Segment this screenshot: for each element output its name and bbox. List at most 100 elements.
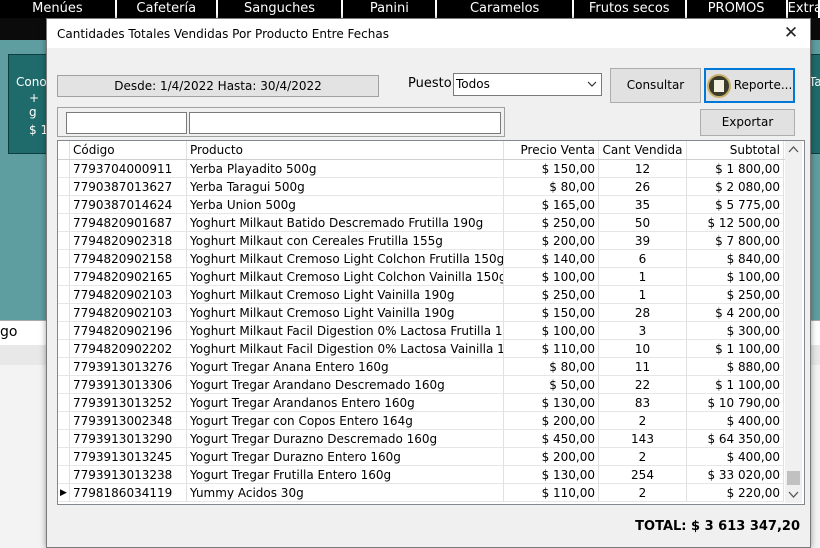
- cell-subtotal[interactable]: $ 400,00: [687, 448, 784, 466]
- cell-precio[interactable]: $ 80,00: [504, 358, 599, 376]
- cell-producto[interactable]: Yogurt Tregar Arandano Descremado 160g: [187, 376, 504, 394]
- cell-cantidad[interactable]: 26: [599, 178, 687, 196]
- cell-subtotal[interactable]: $ 4 200,00: [687, 304, 784, 322]
- cell-cantidad[interactable]: 2: [599, 412, 687, 430]
- cell-cantidad[interactable]: 2: [599, 484, 687, 502]
- row-marker[interactable]: [58, 394, 70, 412]
- table-row[interactable]: 7794820902158 Yoghurt Milkaut Cremoso Lig…: [58, 250, 785, 268]
- column-header-codigo[interactable]: Código: [70, 141, 187, 159]
- cell-precio[interactable]: $ 110,00: [504, 484, 599, 502]
- cell-precio[interactable]: $ 100,00: [504, 268, 599, 286]
- cell-codigo[interactable]: 7793913013245: [70, 448, 187, 466]
- nav-item[interactable]: Menúes: [0, 0, 117, 18]
- chevron-down-icon[interactable]: [583, 74, 601, 95]
- row-marker[interactable]: [58, 412, 70, 430]
- cell-codigo[interactable]: 7790387014624: [70, 196, 187, 214]
- cell-cantidad[interactable]: 12: [599, 160, 687, 178]
- cell-cantidad[interactable]: 2: [599, 448, 687, 466]
- cell-subtotal[interactable]: $ 1 100,00: [687, 376, 784, 394]
- nav-item[interactable]: Frutos secos: [574, 0, 687, 18]
- table-row[interactable]: 7793913013290 Yogurt Tregar Durazno Descr…: [58, 430, 785, 448]
- cell-cantidad[interactable]: 1: [599, 286, 687, 304]
- cell-producto[interactable]: Yogurt Tregar Arandanos Entero 160g: [187, 394, 504, 412]
- table-row[interactable]: 7790387013627 Yerba Taragui 500g $ 80,00 26…: [58, 178, 785, 196]
- row-marker[interactable]: [58, 178, 70, 196]
- cell-subtotal[interactable]: $ 250,00: [687, 286, 784, 304]
- cell-precio[interactable]: $ 200,00: [504, 232, 599, 250]
- table-row[interactable]: 7793913002348 Yogurt Tregar con Copos Ent…: [58, 412, 785, 430]
- cell-precio[interactable]: $ 110,00: [504, 340, 599, 358]
- cell-subtotal[interactable]: $ 33 020,00: [687, 466, 784, 484]
- row-marker[interactable]: [58, 196, 70, 214]
- cell-precio[interactable]: $ 130,00: [504, 466, 599, 484]
- cell-cantidad[interactable]: 83: [599, 394, 687, 412]
- cell-precio[interactable]: $ 250,00: [504, 214, 599, 232]
- cell-cantidad[interactable]: 1: [599, 268, 687, 286]
- cell-cantidad[interactable]: 28: [599, 304, 687, 322]
- cell-producto[interactable]: Yummy Acidos 30g: [187, 484, 504, 502]
- cell-producto[interactable]: Yoghurt Milkaut Cremoso Light Colchon Fr…: [187, 250, 504, 268]
- consultar-button[interactable]: Consultar: [610, 68, 701, 103]
- cell-cantidad[interactable]: 50: [599, 214, 687, 232]
- row-marker[interactable]: [58, 340, 70, 358]
- cell-precio[interactable]: $ 450,00: [504, 430, 599, 448]
- cell-producto[interactable]: Yerba Taragui 500g: [187, 178, 504, 196]
- cell-subtotal[interactable]: $ 880,00: [687, 358, 784, 376]
- cell-subtotal[interactable]: $ 220,00: [687, 484, 784, 502]
- cell-cantidad[interactable]: 254: [599, 466, 687, 484]
- column-header-cantidad[interactable]: Cant Vendida: [599, 141, 687, 159]
- cell-cantidad[interactable]: 3: [599, 322, 687, 340]
- table-row[interactable]: 7794820902165 Yoghurt Milkaut Cremoso Lig…: [58, 268, 785, 286]
- cell-precio[interactable]: $ 165,00: [504, 196, 599, 214]
- table-row[interactable]: 7794820902196 Yoghurt Milkaut Facil Diges…: [58, 322, 785, 340]
- cell-producto[interactable]: Yoghurt Milkaut con Cereales Frutilla 15…: [187, 232, 504, 250]
- cell-cantidad[interactable]: 11: [599, 358, 687, 376]
- cell-cantidad[interactable]: 143: [599, 430, 687, 448]
- table-row[interactable]: 7794820902318 Yoghurt Milkaut con Cereale…: [58, 232, 785, 250]
- cell-codigo[interactable]: 7794820902103: [70, 304, 187, 322]
- cell-codigo[interactable]: 7794820902158: [70, 250, 187, 268]
- table-row[interactable]: 7793704000911 Yerba Playadito 500g $ 150,0…: [58, 160, 785, 178]
- scrollbar-thumb[interactable]: [787, 471, 800, 485]
- row-marker[interactable]: [58, 286, 70, 304]
- cell-subtotal[interactable]: $ 7 800,00: [687, 232, 784, 250]
- cell-producto[interactable]: Yogurt Tregar Durazno Descremado 160g: [187, 430, 504, 448]
- cell-producto[interactable]: Yoghurt Milkaut Cremoso Light Colchon Va…: [187, 268, 504, 286]
- nav-item[interactable]: Panini: [343, 0, 438, 18]
- producto-filter-input[interactable]: [189, 112, 501, 134]
- scroll-up-icon[interactable]: [785, 141, 802, 158]
- row-marker[interactable]: [58, 268, 70, 286]
- table-row[interactable]: 7793913013276 Yogurt Tregar Anana Entero …: [58, 358, 785, 376]
- cell-cantidad[interactable]: 39: [599, 232, 687, 250]
- cell-cantidad[interactable]: 35: [599, 196, 687, 214]
- cell-precio[interactable]: $ 250,00: [504, 286, 599, 304]
- cell-codigo[interactable]: 7794820902103: [70, 286, 187, 304]
- cell-precio[interactable]: $ 80,00: [504, 178, 599, 196]
- cell-subtotal[interactable]: $ 1 100,00: [687, 340, 784, 358]
- nav-item[interactable]: Sanguches: [218, 0, 344, 18]
- cell-codigo[interactable]: 7794820902165: [70, 268, 187, 286]
- cell-producto[interactable]: Yoghurt Milkaut Cremoso Light Vainilla 1…: [187, 286, 504, 304]
- cell-codigo[interactable]: 7794820902196: [70, 322, 187, 340]
- cell-producto[interactable]: Yogurt Tregar Anana Entero 160g: [187, 358, 504, 376]
- table-row[interactable]: ▶ 7798186034119 Yummy Acidos 30g $ 110,00 2 $…: [58, 484, 785, 502]
- row-marker[interactable]: [58, 232, 70, 250]
- cell-precio[interactable]: $ 200,00: [504, 448, 599, 466]
- table-row[interactable]: 7794820902103 Yoghurt Milkaut Cremoso Lig…: [58, 304, 785, 322]
- cell-codigo[interactable]: 7790387013627: [70, 178, 187, 196]
- row-marker[interactable]: [58, 448, 70, 466]
- column-header-producto[interactable]: Producto: [187, 141, 504, 159]
- cell-subtotal[interactable]: $ 100,00: [687, 268, 784, 286]
- cell-precio[interactable]: $ 130,00: [504, 394, 599, 412]
- cell-producto[interactable]: Yoghurt Milkaut Cremoso Light Vainilla 1…: [187, 304, 504, 322]
- cell-producto[interactable]: Yerba Union 500g: [187, 196, 504, 214]
- cell-codigo[interactable]: 7793913013306: [70, 376, 187, 394]
- cell-precio[interactable]: $ 150,00: [504, 304, 599, 322]
- cell-codigo[interactable]: 7793913002348: [70, 412, 187, 430]
- cell-subtotal[interactable]: $ 840,00: [687, 250, 784, 268]
- row-marker[interactable]: [58, 322, 70, 340]
- row-marker[interactable]: [58, 304, 70, 322]
- cell-codigo[interactable]: 7794820902202: [70, 340, 187, 358]
- codigo-filter-input[interactable]: [66, 112, 187, 134]
- nav-item[interactable]: Caramelos: [437, 0, 574, 18]
